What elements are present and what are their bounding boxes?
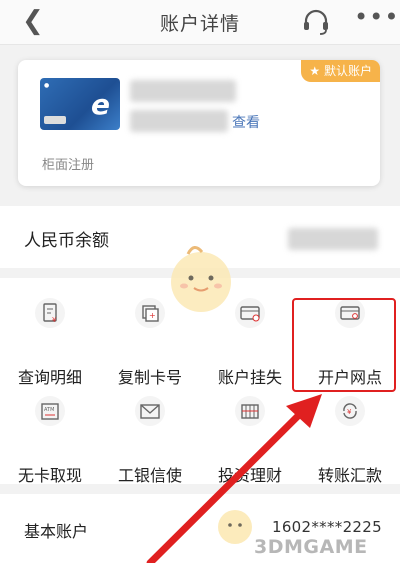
- masked-card-number: [130, 110, 228, 132]
- action-statement[interactable]: ¥ 查询明细: [0, 288, 100, 388]
- svg-text:¥: ¥: [347, 408, 352, 416]
- transfer-icon: ¥: [335, 396, 365, 426]
- basic-account-number: 1602****2225: [272, 518, 382, 536]
- action-label: 转账汇款: [317, 466, 382, 485]
- mascot-watermark-icon: [171, 246, 231, 312]
- site-watermark: 3DMGAME: [254, 536, 368, 558]
- action-investment[interactable]: 投资理财: [200, 386, 300, 486]
- registration-note: 柜面注册: [42, 158, 95, 173]
- masked-account-name: [130, 80, 236, 102]
- svg-text:ATM: ATM: [44, 407, 54, 413]
- basic-account-label: 基本账户: [24, 522, 89, 541]
- mail-icon: [135, 396, 165, 426]
- headset-icon[interactable]: [301, 8, 331, 36]
- card-e-mark-icon: e: [91, 88, 110, 121]
- svg-text:+: +: [149, 311, 156, 320]
- action-label: 工银信使: [117, 466, 182, 485]
- more-dots-icon[interactable]: •••: [354, 3, 399, 31]
- action-label: 复制卡号: [117, 368, 182, 387]
- balance-label: 人民币余额: [24, 231, 109, 251]
- masked-balance: [288, 228, 378, 250]
- action-label: 无卡取现: [17, 466, 82, 485]
- default-account-badge: ★ 默认账户: [301, 60, 380, 82]
- atm-icon: ATM: [35, 396, 65, 426]
- action-label: 账户挂失: [217, 368, 282, 387]
- card-chip-icon: [44, 116, 66, 124]
- svg-text:¥: ¥: [52, 316, 57, 324]
- action-label: 投资理财: [217, 466, 282, 485]
- action-messenger[interactable]: 工银信使: [100, 386, 200, 486]
- bank-card-image: ● e: [40, 78, 120, 130]
- action-transfer[interactable]: ¥ 转账汇款: [300, 386, 400, 486]
- card-logo-icon: ●: [44, 82, 50, 89]
- top-bar: ❮ 账户详情 •••: [0, 0, 400, 45]
- page-title: 账户详情: [159, 13, 240, 35]
- action-label: 查询明细: [17, 368, 82, 387]
- highlight-box: [292, 298, 396, 392]
- view-card-link[interactable]: 查看: [232, 112, 260, 132]
- account-card[interactable]: ★ 默认账户 ● e 查看 柜面注册: [18, 60, 380, 186]
- statement-icon: ¥: [35, 298, 65, 328]
- invest-icon: [235, 396, 265, 426]
- action-cardless-withdraw[interactable]: ATM 无卡取现: [0, 386, 100, 486]
- mascot-small-icon: [218, 510, 252, 544]
